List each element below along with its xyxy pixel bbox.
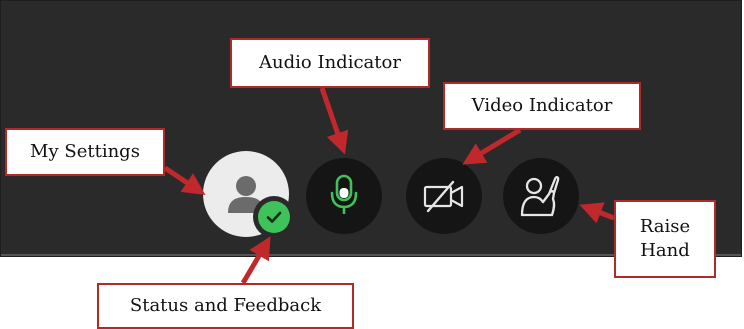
raise-hand-button[interactable] (503, 158, 579, 234)
video-indicator-label: Video Indicator (471, 94, 613, 116)
video-button[interactable] (406, 158, 482, 234)
my-settings-label: My Settings (30, 140, 140, 162)
audio-indicator-label: Audio Indicator (259, 51, 401, 73)
checkmark-icon (266, 211, 282, 223)
audio-button[interactable] (306, 158, 382, 234)
my-settings-callout: My Settings (5, 128, 165, 176)
annotated-screenshot: Audio Indicator Video Indicator My Setti… (0, 0, 744, 329)
raise-hand-callout: Raise Hand (614, 200, 716, 278)
video-indicator-callout: Video Indicator (443, 82, 641, 130)
raise-hand-label: Raise Hand (639, 215, 691, 261)
camera-off-icon (423, 180, 464, 213)
status-feedback-callout: Status and Feedback (97, 283, 354, 329)
audio-indicator-callout: Audio Indicator (230, 38, 430, 88)
raise-hand-icon (520, 176, 560, 217)
status-feedback-label: Status and Feedback (129, 294, 322, 316)
microphone-icon (330, 174, 358, 214)
status-badge-inner (258, 201, 290, 233)
status-feedback-button[interactable] (253, 196, 295, 238)
